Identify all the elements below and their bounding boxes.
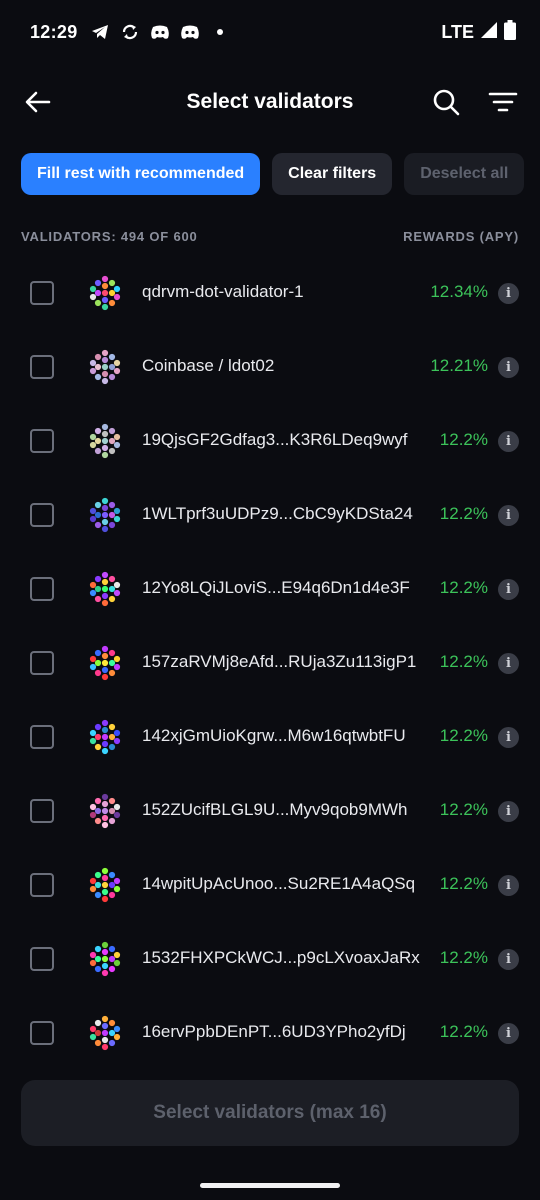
app-header: Select validators [0, 70, 540, 134]
validator-identicon [89, 645, 121, 681]
dot-icon [210, 22, 230, 42]
sync-icon [120, 22, 140, 42]
validator-apy: 12.2% [439, 726, 488, 745]
validator-name: 19QjsGF2Gdfag3...K3R6LDeq9wyf [142, 430, 408, 449]
info-icon[interactable]: i [498, 949, 519, 970]
validator-name: 12Yo8LQiJLoviS...E94q6Dn1d4e3F [142, 578, 410, 597]
discord-icon [150, 22, 170, 42]
action-chips: Fill rest with recommended Clear filters D… [21, 153, 540, 195]
validator-apy: 12.2% [439, 430, 488, 449]
validator-checkbox[interactable] [30, 355, 54, 379]
filter-icon [488, 92, 518, 112]
validator-list: qdrvm-dot-validator-1 12.34% i Coinbase / l… [0, 256, 540, 1070]
validator-checkbox[interactable] [30, 651, 54, 675]
validator-identicon [94, 1160, 114, 1168]
validator-row[interactable]: 157zaRVMj8eAfd...RUja3Zu113igP1 12.2% i [0, 626, 540, 700]
telegram-icon [90, 22, 110, 42]
info-icon[interactable]: i [498, 505, 519, 526]
info-icon[interactable]: i [498, 1023, 519, 1044]
clear-filters-button[interactable]: Clear filters [272, 153, 393, 195]
filter-button[interactable] [484, 84, 522, 120]
validator-checkbox[interactable] [30, 873, 54, 897]
validator-checkbox[interactable] [30, 503, 54, 527]
notification-icons [90, 22, 230, 42]
validator-apy: 12.2% [439, 652, 488, 671]
validator-apy: 12.21% [430, 356, 488, 375]
validator-checkbox[interactable] [30, 1021, 54, 1045]
status-bar: 12:29 LTE [0, 0, 540, 64]
validator-row[interactable]: qdrvm-dot-validator-1 12.34% i [0, 256, 540, 330]
validator-name: 142xjGmUioKgrw...M6w16qtwbtFU [142, 726, 406, 745]
validator-row[interactable]: 14wpitUpAcUnoo...Su2RE1A4aQSq 12.2% i [0, 848, 540, 922]
discord-icon [180, 22, 200, 42]
validator-name: 157zaRVMj8eAfd...RUja3Zu113igP1 [142, 652, 417, 671]
info-icon[interactable]: i [498, 801, 519, 822]
validator-row[interactable]: Coinbase / ldot02 12.21% i [0, 330, 540, 404]
home-indicator[interactable] [200, 1183, 340, 1188]
validator-identicon [89, 941, 121, 977]
validator-identicon [89, 1015, 121, 1051]
validator-row[interactable]: 12Yo8LQiJLoviS...E94q6Dn1d4e3F 12.2% i [0, 552, 540, 626]
validator-checkbox[interactable] [30, 799, 54, 823]
validator-apy: 12.34% [430, 282, 488, 301]
info-icon[interactable]: i [498, 283, 519, 304]
search-button[interactable] [428, 84, 464, 120]
validator-name: Coinbase / ldot02 [142, 356, 275, 375]
validator-checkbox[interactable] [30, 281, 54, 305]
validators-count: VALIDATORS: 494 OF 600 [21, 229, 198, 244]
validator-name: 14wpitUpAcUnoo...Su2RE1A4aQSq [142, 874, 416, 893]
network-type: LTE [441, 21, 474, 42]
validator-row[interactable]: 1WLTprf3uUDPz9...CbC9yKDSta24 12.2% i [0, 478, 540, 552]
validator-checkbox[interactable] [30, 947, 54, 971]
validator-identicon [89, 275, 121, 311]
validator-apy: 12.2% [439, 578, 488, 597]
validator-name: 1532FHXPCkWCJ...p9cLXvoaxJaRx [142, 948, 420, 967]
validator-row[interactable]: 1532FHXPCkWCJ...p9cLXvoaxJaRx 12.2% i [0, 922, 540, 996]
validator-row[interactable]: 19QjsGF2Gdfag3...K3R6LDeq9wyf 12.2% i [0, 404, 540, 478]
validator-apy: 12.2% [439, 800, 488, 819]
rewards-column-label: REWARDS (APY) [403, 229, 519, 244]
status-right: LTE [441, 19, 516, 45]
validator-checkbox[interactable] [30, 725, 54, 749]
deselect-all-button[interactable]: Deselect all [404, 153, 525, 195]
validator-identicon [89, 423, 121, 459]
info-icon[interactable]: i [498, 653, 519, 674]
arrow-left-icon [25, 91, 51, 113]
info-icon[interactable]: i [498, 579, 519, 600]
validator-identicon [89, 719, 121, 755]
battery-icon [504, 19, 516, 45]
signal-icon [480, 21, 498, 44]
validator-identicon [89, 867, 121, 903]
back-button[interactable] [20, 84, 56, 120]
validator-row[interactable]: 152ZUcifBLGL9U...Myv9qob9MWh 12.2% i [0, 774, 540, 848]
validator-apy: 12.2% [439, 948, 488, 967]
info-icon[interactable]: i [498, 357, 519, 378]
fill-recommended-button[interactable]: Fill rest with recommended [21, 153, 261, 195]
validator-row[interactable]: 142xjGmUioKgrw...M6w16qtwbtFU 12.2% i [0, 700, 540, 774]
validator-apy: 12.2% [439, 874, 488, 893]
validator-checkbox[interactable] [30, 429, 54, 453]
validator-identicon [89, 571, 121, 607]
info-icon[interactable]: i [498, 727, 519, 748]
status-time: 12:29 [30, 21, 78, 42]
validator-name: 1WLTprf3uUDPz9...CbC9yKDSta24 [142, 504, 413, 523]
select-validators-button[interactable]: Select validators (max 16) [21, 1080, 519, 1146]
info-icon[interactable]: i [498, 431, 519, 452]
validator-identicon [89, 497, 121, 533]
validator-identicon [89, 793, 121, 829]
list-header: VALIDATORS: 494 OF 600 REWARDS (APY) [21, 229, 519, 244]
validator-apy: 12.2% [439, 504, 488, 523]
validator-row[interactable]: 16ervPpbDEnPT...6UD3YPho2yfDj 12.2% i [0, 996, 540, 1070]
info-icon[interactable]: i [498, 875, 519, 896]
validator-name: 152ZUcifBLGL9U...Myv9qob9MWh [142, 800, 408, 819]
validator-name: qdrvm-dot-validator-1 [142, 282, 304, 301]
validator-checkbox[interactable] [30, 577, 54, 601]
search-icon [433, 89, 460, 116]
validator-identicon [89, 349, 121, 385]
validator-apy: 12.2% [439, 1022, 488, 1041]
validator-name: 16ervPpbDEnPT...6UD3YPho2yfDj [142, 1022, 406, 1041]
